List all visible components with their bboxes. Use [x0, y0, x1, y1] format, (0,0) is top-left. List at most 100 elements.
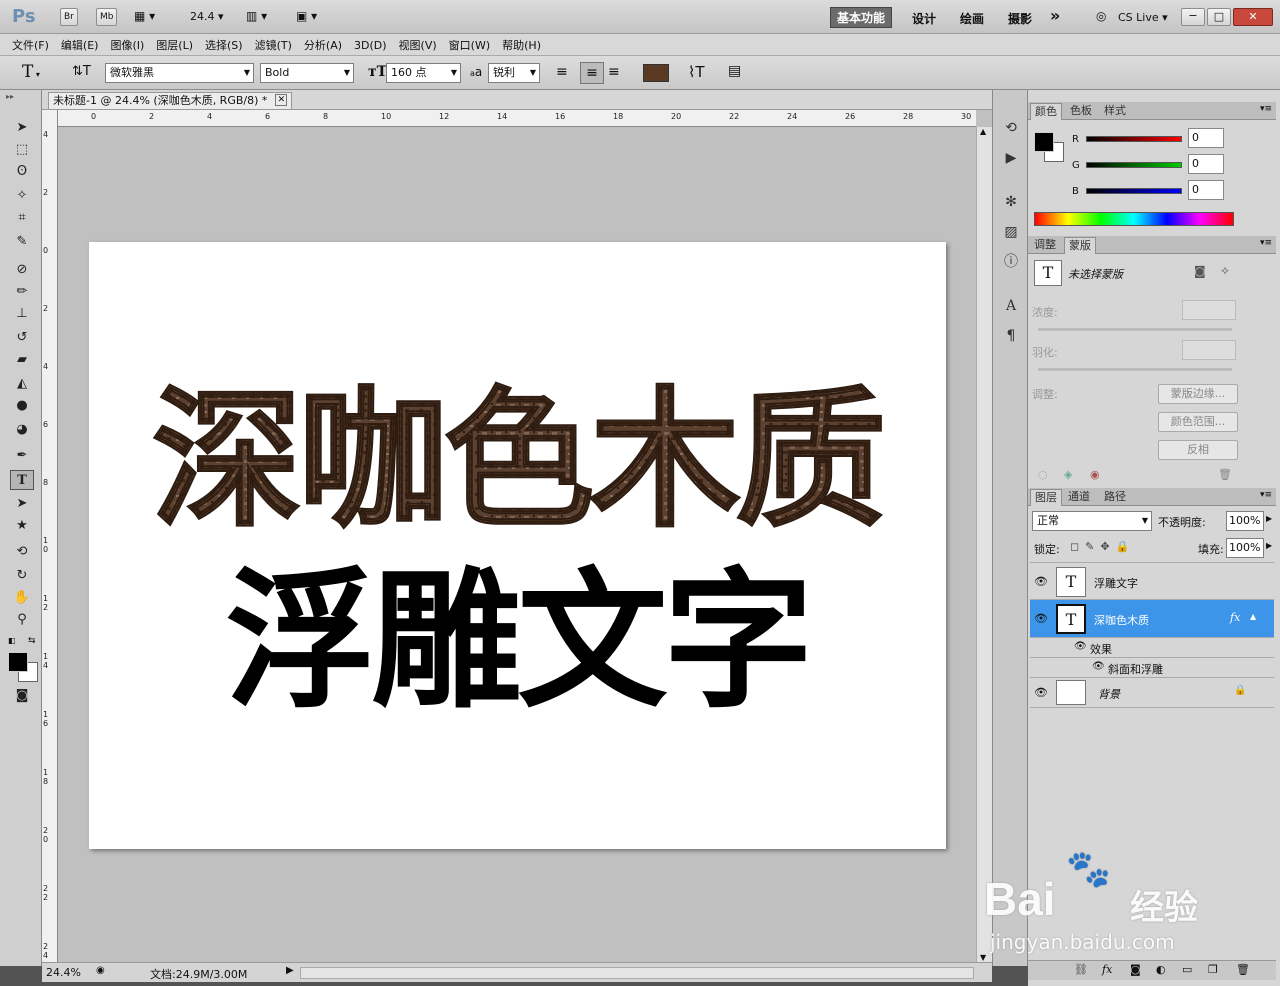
- visibility-eye-icon[interactable]: 👁: [1034, 612, 1048, 625]
- menu-file[interactable]: 文件(F): [6, 34, 55, 53]
- info-panel-icon[interactable]: ⓘ: [1001, 252, 1021, 272]
- vertical-scrollbar[interactable]: ▲ ▼: [976, 127, 992, 962]
- image-canvas[interactable]: 深咖色木质 浮雕文字: [89, 242, 946, 849]
- type-tool-icon[interactable]: T: [10, 470, 34, 490]
- move-tool-icon[interactable]: ➤: [10, 118, 34, 138]
- tab-layers[interactable]: 图层: [1030, 489, 1062, 506]
- effects-row[interactable]: 👁 效果: [1030, 638, 1274, 658]
- workspace-painting[interactable]: 绘画: [960, 10, 984, 27]
- adjustment-layer-icon[interactable]: ◐: [1156, 963, 1166, 976]
- zoom-readout[interactable]: 24.4%: [46, 966, 81, 979]
- marquee-tool-icon[interactable]: ⬚: [10, 140, 34, 160]
- tab-paths[interactable]: 路径: [1100, 489, 1130, 506]
- menu-edit[interactable]: 编辑(E): [55, 34, 105, 53]
- mask-edge-button[interactable]: 蒙版边缘...: [1158, 384, 1238, 404]
- status-info-arrow-icon[interactable]: ▶: [286, 965, 294, 976]
- warp-text-icon[interactable]: ⌇T: [688, 63, 705, 81]
- color-spectrum-bar[interactable]: [1034, 212, 1234, 226]
- bevel-emboss-row[interactable]: 👁 斜面和浮雕: [1030, 658, 1274, 678]
- swap-colors-icon[interactable]: ⇆: [28, 636, 36, 646]
- font-style-select[interactable]: Bold ▼: [260, 63, 354, 83]
- layer-row[interactable]: 👁 T 浮雕文字: [1030, 562, 1274, 600]
- blur-tool-icon[interactable]: ●: [10, 396, 34, 416]
- collapse-effects-icon[interactable]: ▲: [1250, 612, 1256, 621]
- text-color-swatch[interactable]: [643, 64, 669, 82]
- zoom-tool-icon[interactable]: ⚲: [10, 610, 34, 630]
- text-orientation-icon[interactable]: ⇅T: [72, 64, 91, 79]
- workspace-design[interactable]: 设计: [912, 10, 936, 27]
- menu-select[interactable]: 选择(S): [199, 34, 249, 53]
- new-group-icon[interactable]: ▭: [1182, 963, 1192, 976]
- histogram-panel-icon[interactable]: ▨: [1001, 222, 1021, 242]
- b-slider[interactable]: [1086, 188, 1182, 194]
- pen-tool-icon[interactable]: ✒: [10, 446, 34, 466]
- path-selection-tool-icon[interactable]: ➤: [10, 494, 34, 514]
- tab-swatches[interactable]: 色板: [1066, 103, 1096, 120]
- close-button[interactable]: ✕: [1233, 8, 1273, 26]
- feather-input[interactable]: [1182, 340, 1236, 360]
- character-panel-icon[interactable]: ▤: [728, 63, 741, 79]
- tab-adjustments[interactable]: 调整: [1030, 237, 1060, 254]
- crop-tool-icon[interactable]: ⌗: [10, 208, 34, 228]
- character-panel-icon[interactable]: A: [1001, 296, 1021, 316]
- menu-analysis[interactable]: 分析(A): [298, 34, 348, 53]
- tab-color[interactable]: 颜色: [1030, 103, 1062, 120]
- layer-effects-fx-icon[interactable]: fx: [1230, 611, 1240, 624]
- layer-row-selected[interactable]: 👁 T 深咖色木质 fx ▲: [1030, 600, 1274, 638]
- history-panel-icon[interactable]: ⟲: [1001, 118, 1021, 138]
- clone-stamp-tool-icon[interactable]: ⊥: [10, 304, 34, 324]
- effects-eye-icon[interactable]: 👁: [1074, 641, 1087, 652]
- lasso-tool-icon[interactable]: ʘ: [10, 162, 34, 182]
- quick-selection-tool-icon[interactable]: ✧: [10, 186, 34, 206]
- minimize-button[interactable]: −: [1181, 8, 1205, 26]
- bevel-emboss-label[interactable]: 斜面和浮雕: [1108, 661, 1163, 677]
- font-family-select[interactable]: 微软雅黑 ▼: [105, 63, 254, 83]
- navigator-panel-icon[interactable]: ✻: [1001, 192, 1021, 212]
- menu-window[interactable]: 窗口(W): [443, 34, 496, 53]
- apply-mask-icon[interactable]: ◈: [1064, 468, 1072, 481]
- tool-preset-picker[interactable]: T ▾: [22, 62, 40, 82]
- arrange-documents-icon[interactable]: ▥ ▾: [246, 9, 267, 23]
- align-center-icon[interactable]: ≡: [580, 62, 604, 84]
- add-pixel-mask-icon[interactable]: ◙: [1194, 264, 1206, 278]
- opacity-input[interactable]: 100%: [1226, 511, 1264, 531]
- quick-mask-icon[interactable]: ◙: [10, 686, 34, 706]
- status-menu-icon[interactable]: ◉: [96, 965, 105, 976]
- brush-tool-icon[interactable]: ✏: [10, 282, 34, 302]
- add-mask-icon[interactable]: ◙: [1130, 963, 1141, 976]
- menu-layer[interactable]: 图层(L): [150, 34, 199, 53]
- visibility-eye-icon[interactable]: 👁: [1034, 575, 1048, 588]
- layer-row-background[interactable]: 👁 背景 🔒: [1030, 678, 1274, 708]
- blend-mode-select[interactable]: 正常 ▼: [1032, 511, 1152, 531]
- restore-button[interactable]: □: [1207, 8, 1231, 26]
- actions-panel-icon[interactable]: ▶: [1001, 148, 1021, 168]
- 3d-rotate-tool-icon[interactable]: ⟲: [10, 542, 34, 562]
- paragraph-panel-icon[interactable]: ¶: [1001, 326, 1021, 346]
- opacity-arrow-icon[interactable]: ▶: [1266, 514, 1272, 523]
- fill-arrow-icon[interactable]: ▶: [1266, 541, 1272, 550]
- layer-name[interactable]: 浮雕文字: [1094, 575, 1138, 591]
- scroll-up-icon[interactable]: ▲: [980, 127, 986, 136]
- add-style-fx-icon[interactable]: fx: [1102, 963, 1112, 976]
- default-colors-icon[interactable]: ◧: [8, 636, 16, 645]
- invert-button[interactable]: 反相: [1158, 440, 1238, 460]
- align-left-icon[interactable]: ≡: [556, 64, 568, 80]
- panel-menu-icon[interactable]: ▾≡: [1260, 490, 1272, 500]
- horizontal-scrollbar[interactable]: [300, 967, 974, 979]
- menu-filter[interactable]: 滤镜(T): [249, 34, 298, 53]
- load-selection-icon[interactable]: ◌: [1038, 468, 1048, 481]
- layer-name[interactable]: 背景: [1098, 686, 1120, 702]
- workspace-essentials[interactable]: 基本功能: [830, 7, 893, 28]
- tab-channels[interactable]: 通道: [1064, 489, 1094, 506]
- shape-tool-icon[interactable]: ★: [10, 516, 34, 536]
- bevel-eye-icon[interactable]: 👁: [1092, 661, 1105, 672]
- menu-image[interactable]: 图像(I): [104, 34, 150, 53]
- tab-masks[interactable]: 蒙版: [1064, 237, 1096, 254]
- link-layers-icon[interactable]: ⛓: [1074, 963, 1088, 976]
- more-workspaces-icon[interactable]: »: [1050, 6, 1060, 25]
- feather-slider[interactable]: [1038, 368, 1232, 371]
- add-vector-mask-icon[interactable]: ✧: [1220, 264, 1230, 278]
- delete-mask-icon[interactable]: 🗑: [1218, 468, 1232, 481]
- density-slider[interactable]: [1038, 328, 1232, 331]
- disable-mask-icon[interactable]: ◉: [1090, 468, 1100, 481]
